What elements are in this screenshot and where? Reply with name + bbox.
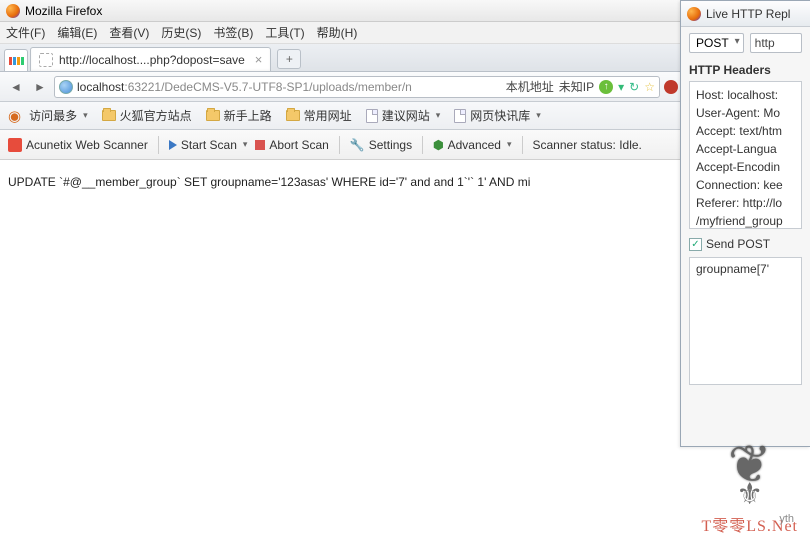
settings-button[interactable]: 🔧Settings: [350, 138, 412, 152]
app-title: Mozilla Firefox: [25, 4, 102, 18]
header-line: Host: localhost:: [696, 86, 795, 104]
browser-window: Mozilla Firefox 文件(F) 编辑(E) 查看(V) 历史(S) …: [0, 0, 702, 540]
active-tab[interactable]: http://localhost....php?dopost=save ×: [30, 47, 271, 71]
menubar: 文件(F) 编辑(E) 查看(V) 历史(S) 书签(B) 工具(T) 帮助(H…: [0, 22, 702, 44]
side-title-text: Live HTTP Repl: [706, 7, 790, 21]
most-visited-icon: ◉: [8, 107, 21, 125]
post-body-textarea[interactable]: groupname[7': [689, 257, 802, 385]
header-line: User-Agent: Mo: [696, 104, 795, 122]
new-tab-button[interactable]: +: [277, 49, 301, 69]
acunetix-label[interactable]: Acunetix Web Scanner: [8, 138, 148, 152]
page-icon: [366, 109, 378, 123]
watermark-art-icon: ⚜: [701, 477, 798, 512]
page-content: UPDATE `#@__member_group` SET groupname=…: [0, 160, 702, 204]
request-url-input[interactable]: http: [750, 33, 802, 53]
shield-icon: ⬢: [433, 138, 443, 152]
security-ok-icon[interactable]: ↑: [599, 80, 613, 94]
folder-icon: [286, 110, 300, 121]
menu-view[interactable]: 查看(V): [109, 24, 149, 41]
acunetix-toolbar: Acunetix Web Scanner Start Scan▾ Abort S…: [0, 130, 702, 160]
url-text: localhost:63221/DedeCMS-V5.7-UTF8-SP1/up…: [77, 80, 412, 94]
back-button[interactable]: ◄: [6, 77, 26, 97]
acunetix-icon: [8, 138, 22, 152]
scanner-status: Scanner status: Idle.: [533, 138, 642, 152]
titlebar: Mozilla Firefox: [0, 0, 702, 22]
separator: [522, 136, 523, 154]
page-icon: [454, 109, 466, 123]
header-line: Accept: text/htm: [696, 122, 795, 140]
wrench-icon: 🔧: [350, 138, 365, 152]
url-badges: 本机地址 未知IP ↑ ▾ ↻ ☆: [506, 78, 655, 95]
adblock-icon[interactable]: [664, 80, 678, 94]
tabbar: http://localhost....php?dopost=save × +: [0, 44, 702, 72]
bookmark-common-urls[interactable]: 常用网址: [286, 107, 352, 124]
play-icon: [169, 140, 177, 150]
menu-tools[interactable]: 工具(T): [265, 24, 304, 41]
bookmark-most-visited[interactable]: 访问最多▾: [29, 107, 88, 124]
sql-output-text: UPDATE `#@__member_group` SET groupname=…: [8, 175, 530, 189]
header-line: Accept-Langua: [696, 140, 795, 158]
firefox-icon: [6, 4, 20, 18]
advanced-button[interactable]: ⬢Advanced▾: [433, 138, 511, 152]
navbar: ◄ ► localhost:63221/DedeCMS-V5.7-UTF8-SP…: [0, 72, 702, 102]
forward-button[interactable]: ►: [30, 77, 50, 97]
watermark-small-text: yth: [779, 513, 794, 525]
http-headers-title: HTTP Headers: [681, 59, 810, 79]
separator: [158, 136, 159, 154]
site-identity-icon[interactable]: [59, 80, 73, 94]
watermark-art-icon: ❦: [701, 447, 798, 483]
header-line: /myfriend_group: [696, 212, 795, 229]
stop-icon: [255, 140, 265, 150]
separator: [339, 136, 340, 154]
send-post-checkbox[interactable]: ✓: [689, 238, 702, 251]
firefox-icon: [687, 7, 701, 21]
watermark: ❦ yth ⚜ T零零LS.Net: [701, 447, 798, 536]
local-address-label: 本机地址: [506, 78, 554, 95]
abort-scan-button[interactable]: Abort Scan: [255, 138, 328, 152]
folder-icon: [206, 110, 220, 121]
page-loading-icon: [39, 53, 53, 67]
menu-bookmarks[interactable]: 书签(B): [213, 24, 253, 41]
tab-group-icon: [9, 57, 24, 65]
tab-label: http://localhost....php?dopost=save: [59, 53, 245, 67]
folder-icon: [102, 110, 116, 121]
request-line: POST http: [681, 27, 810, 59]
menu-file[interactable]: 文件(F): [6, 24, 45, 41]
menu-edit[interactable]: 编辑(E): [57, 24, 97, 41]
headers-box[interactable]: Host: localhost: User-Agent: Mo Accept: …: [689, 81, 802, 229]
tab-groups-button[interactable]: [4, 49, 28, 71]
post-body-text: groupname[7': [696, 262, 769, 276]
header-line: Referer: http://lo: [696, 194, 795, 212]
header-line: Connection: kee: [696, 176, 795, 194]
send-post-label: Send POST: [706, 237, 770, 251]
send-post-row: ✓ Send POST: [681, 231, 810, 257]
live-http-replay-window: Live HTTP Repl POST http HTTP Headers Ho…: [680, 0, 810, 447]
tab-close-icon[interactable]: ×: [255, 52, 263, 67]
unknown-ip-label: 未知IP: [559, 78, 594, 95]
menu-help[interactable]: 帮助(H): [317, 24, 358, 41]
bookmark-suggested-sites[interactable]: 建议网站▾: [366, 107, 441, 124]
start-scan-button[interactable]: Start Scan▾: [169, 138, 248, 152]
bookmarks-toolbar: ◉ 访问最多▾ 火狐官方站点 新手上路 常用网址 建议网站▾ 网页快讯库▾: [0, 102, 702, 130]
bookmark-star-icon[interactable]: ☆: [644, 80, 655, 94]
separator: [422, 136, 423, 154]
menu-history[interactable]: 历史(S): [161, 24, 201, 41]
watermark-text: T零零LS.Net: [701, 512, 798, 536]
bookmark-web-slices[interactable]: 网页快讯库▾: [454, 107, 541, 124]
bookmark-firefox-official[interactable]: 火狐官方站点: [102, 107, 192, 124]
dropdown-icon[interactable]: ▾: [618, 80, 624, 94]
bookmark-getting-started[interactable]: 新手上路: [206, 107, 272, 124]
side-titlebar: Live HTTP Repl: [681, 1, 810, 27]
url-bar[interactable]: localhost:63221/DedeCMS-V5.7-UTF8-SP1/up…: [54, 76, 660, 98]
reload-icon[interactable]: ↻: [629, 80, 639, 94]
header-line: Accept-Encodin: [696, 158, 795, 176]
http-method-select[interactable]: POST: [689, 33, 744, 53]
